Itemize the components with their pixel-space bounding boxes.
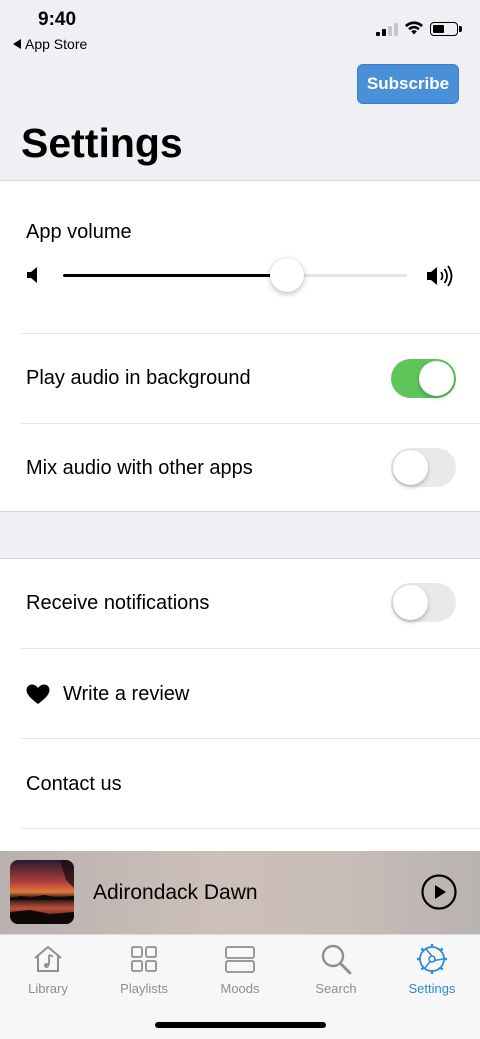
play-circle-icon[interactable]	[421, 874, 457, 910]
mix-audio-label: Mix audio with other apps	[26, 457, 253, 479]
other-settings-group: Receive notifications Write a review Con…	[0, 558, 480, 858]
home-indicator	[155, 1022, 326, 1028]
tab-moods-label: Moods	[220, 981, 260, 996]
play-background-toggle[interactable]	[391, 359, 456, 398]
search-icon	[321, 944, 352, 975]
tab-settings-label: Settings	[408, 981, 456, 996]
volume-slider-thumb[interactable]	[269, 258, 304, 292]
cellular-signal-icon	[376, 22, 398, 36]
tab-settings[interactable]: Settings	[384, 943, 480, 996]
volume-slider[interactable]	[63, 258, 407, 292]
play-background-label: Play audio in background	[26, 367, 251, 389]
now-playing-title: Adirondack Dawn	[93, 881, 258, 904]
heart-icon	[26, 684, 50, 704]
page-title: Settings	[21, 120, 183, 166]
play-background-row: Play audio in background	[21, 333, 480, 423]
write-review-label: Write a review	[63, 683, 190, 705]
audio-settings-group: App volume Play audio in background Mix …	[0, 180, 480, 512]
mix-audio-toggle[interactable]	[391, 448, 456, 487]
now-playing-bar[interactable]: Adirondack Dawn	[0, 851, 480, 934]
tab-playlists[interactable]: Playlists	[96, 943, 192, 996]
wifi-icon	[405, 21, 423, 35]
notifications-label: Receive notifications	[26, 592, 210, 614]
volume-slider-fill	[63, 274, 287, 277]
back-triangle-icon	[13, 39, 21, 49]
contact-us-label: Contact us	[26, 773, 122, 795]
gear-icon	[417, 944, 447, 974]
tab-library[interactable]: Library	[0, 943, 96, 996]
notifications-row: Receive notifications	[0, 559, 480, 648]
album-artwork	[10, 860, 74, 924]
tab-search-label: Search	[315, 981, 357, 996]
speaker-low-icon	[27, 267, 37, 283]
volume-label: App volume	[26, 221, 132, 243]
write-review-row[interactable]: Write a review	[21, 648, 480, 738]
notifications-toggle[interactable]	[391, 583, 456, 622]
volume-slider-row	[26, 258, 456, 293]
contact-us-row[interactable]: Contact us	[21, 738, 480, 828]
battery-icon	[430, 22, 462, 36]
tab-library-label: Library	[28, 981, 68, 996]
tab-search[interactable]: Search	[288, 943, 384, 996]
back-app-label: App Store	[25, 36, 88, 52]
house-music-icon	[34, 946, 62, 972]
back-to-app-link[interactable]: App Store	[13, 36, 87, 52]
grid-icon	[131, 946, 157, 972]
stack-icon	[225, 946, 255, 973]
tab-playlists-label: Playlists	[120, 981, 168, 996]
subscribe-button[interactable]: Subscribe	[357, 64, 459, 104]
status-bar: 9:40 App Store	[0, 0, 480, 60]
tab-moods[interactable]: Moods	[192, 943, 288, 996]
status-time: 9:40	[38, 9, 77, 30]
mix-audio-row: Mix audio with other apps	[21, 423, 480, 513]
speaker-high-icon	[427, 265, 453, 287]
